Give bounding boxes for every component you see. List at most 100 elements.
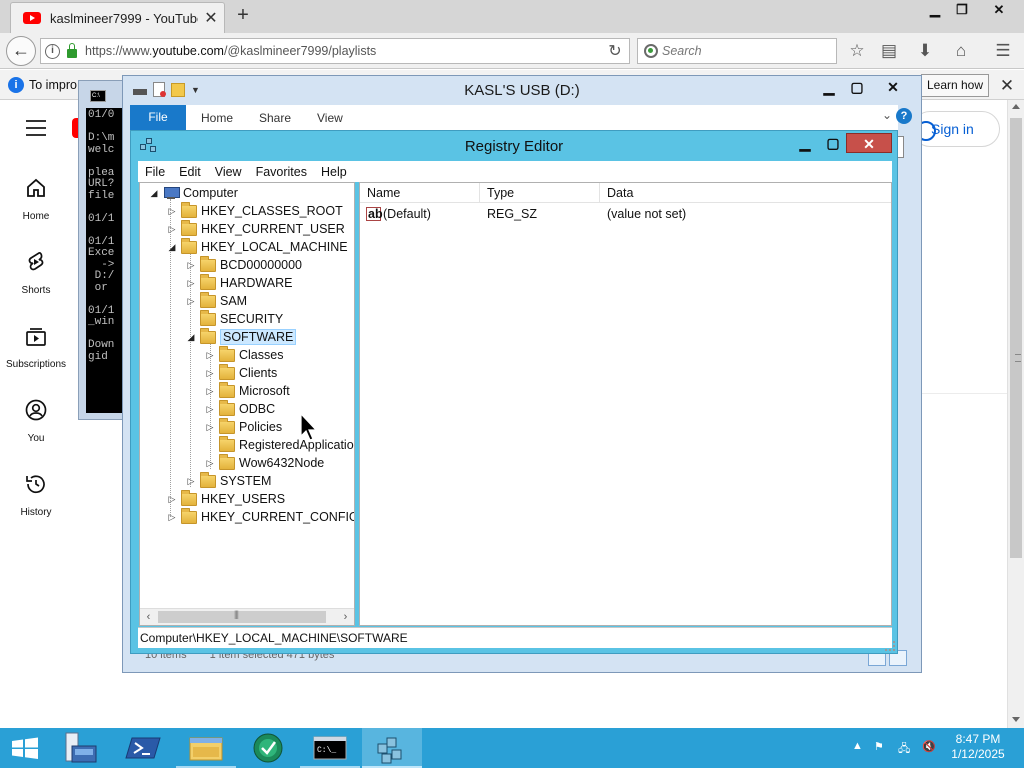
collapse-arrow-icon[interactable]: ◢ <box>166 241 178 253</box>
tree-node-hklm[interactable]: ◢ HKEY_LOCAL_MACHINE <box>166 237 348 256</box>
column-header-name[interactable]: Name <box>360 183 480 202</box>
network-icon[interactable]: 🖧 <box>898 740 910 759</box>
collapse-arrow-icon[interactable]: ◢ <box>185 331 197 343</box>
tree-horizontal-scrollbar[interactable]: ‹ › <box>140 608 354 625</box>
menu-view[interactable]: View <box>208 165 249 179</box>
taskbar-server-manager[interactable] <box>52 728 112 768</box>
tree-node-clients[interactable]: ▷ Clients <box>204 363 277 382</box>
ribbon-expand-chevron-icon[interactable]: ⌄ <box>882 108 892 122</box>
taskbar-clock[interactable]: 8:47 PM 1/12/2025 <box>945 732 1011 762</box>
yt-nav-you[interactable]: You <box>0 398 72 444</box>
action-center-flag-icon[interactable]: ⚑ <box>874 740 884 753</box>
scroll-down-arrow-icon[interactable] <box>1012 717 1020 722</box>
search-input[interactable] <box>662 44 822 58</box>
registry-values-list[interactable]: Name Type Data ab (Default) REG_SZ (valu… <box>359 182 892 626</box>
tree-node-odbc[interactable]: ▷ ODBC <box>204 399 275 418</box>
bookmark-star-icon[interactable]: ☆ <box>846 40 868 62</box>
explorer-title-bar[interactable]: ▼ KASL'S USB (D:) ▁ ▢ ✕ <box>123 76 921 104</box>
learn-how-button[interactable]: Learn how <box>921 74 989 97</box>
expand-arrow-icon[interactable]: ▷ <box>204 421 216 433</box>
ribbon-tab-home[interactable]: Home <box>201 111 233 125</box>
tree-node-hku[interactable]: ▷ HKEY_USERS <box>166 489 285 508</box>
start-button[interactable] <box>0 728 50 768</box>
expand-arrow-icon[interactable]: ▷ <box>166 205 178 217</box>
explorer-maximize-button[interactable]: ▢ <box>843 78 871 96</box>
tree-node-hkcc[interactable]: ▷ HKEY_CURRENT_CONFIG <box>166 507 354 526</box>
value-row-default[interactable]: ab (Default) REG_SZ (value not set) <box>360 205 800 223</box>
notification-close-icon[interactable]: ✕ <box>997 76 1017 96</box>
reload-icon[interactable]: ↻ <box>601 41 629 61</box>
browser-tab-youtube[interactable]: kaslmineer7999 - YouTube ✕ <box>10 2 225 33</box>
tab-close-icon[interactable]: ✕ <box>198 8 224 28</box>
expand-arrow-icon[interactable]: ▷ <box>166 511 178 523</box>
tree-node-registered-applications[interactable]: RegisteredApplications <box>204 435 354 454</box>
browser-search-box[interactable] <box>637 38 837 64</box>
ribbon-tab-view[interactable]: View <box>317 111 343 125</box>
show-hidden-icons-icon[interactable]: ▲ <box>852 740 863 752</box>
yt-nav-shorts[interactable]: Shorts <box>0 250 72 296</box>
resize-grip-icon[interactable] <box>885 641 895 651</box>
tree-node-bcd[interactable]: ▷ BCD00000000 <box>185 255 302 274</box>
browser-restore-button[interactable]: ❐ <box>945 0 979 20</box>
page-scrollbar[interactable] <box>1007 100 1024 728</box>
tree-node-hkcr[interactable]: ▷ HKEY_CLASSES_ROOT <box>166 201 343 220</box>
yt-nav-home[interactable]: Home <box>0 176 72 222</box>
tree-scrollbar-thumb[interactable] <box>158 609 326 623</box>
reading-list-icon[interactable]: ▤ <box>878 40 900 62</box>
tree-node-software[interactable]: ◢ SOFTWARE <box>185 327 297 346</box>
tree-node-microsoft[interactable]: ▷ Microsoft <box>204 381 290 400</box>
registry-editor-window[interactable]: Registry Editor ▁ ▢ ✕ File Edit View Fav… <box>130 130 898 654</box>
expand-arrow-icon[interactable]: ▷ <box>166 223 178 235</box>
youtube-menu-icon[interactable] <box>26 120 46 136</box>
menu-edit[interactable]: Edit <box>172 165 208 179</box>
hamburger-menu-icon[interactable]: ☰ <box>992 40 1014 62</box>
new-tab-plus-icon[interactable]: + <box>232 4 254 27</box>
explorer-close-button[interactable]: ✕ <box>879 78 907 96</box>
ribbon-file-tab[interactable]: File <box>130 105 186 130</box>
taskbar-file-explorer[interactable] <box>176 728 236 768</box>
menu-file[interactable]: File <box>138 165 172 179</box>
url-text[interactable]: https://www.youtube.com/@kaslmineer7999/… <box>85 44 601 58</box>
explorer-minimize-button[interactable]: ▁ <box>815 78 843 96</box>
tree-node-hkcu[interactable]: ▷ HKEY_CURRENT_USER <box>166 219 345 238</box>
taskbar-registry-editor[interactable] <box>362 728 422 768</box>
ribbon-tab-share[interactable]: Share <box>259 111 291 125</box>
home-icon[interactable]: ⌂ <box>950 40 972 62</box>
yt-nav-subscriptions[interactable]: Subscriptions <box>0 324 72 370</box>
tree-node-security[interactable]: SECURITY <box>185 309 283 328</box>
taskbar-command-prompt[interactable]: C:\_ <box>300 728 360 768</box>
taskbar-app-green[interactable] <box>238 728 298 768</box>
taskbar-powershell[interactable] <box>114 728 174 768</box>
registry-tree[interactable]: ◢ Computer ▷ HKEY_CLASSES_ROOT ▷ HKEY_CU… <box>139 182 355 626</box>
scroll-left-arrow-icon[interactable]: ‹ <box>140 609 157 625</box>
browser-close-button[interactable]: ✕ <box>982 0 1016 20</box>
regedit-maximize-button[interactable]: ▢ <box>820 133 846 153</box>
regedit-minimize-button[interactable]: ▁ <box>792 133 818 153</box>
regedit-close-button[interactable]: ✕ <box>846 133 892 153</box>
help-icon[interactable]: ? <box>896 108 912 124</box>
scroll-right-arrow-icon[interactable]: › <box>337 609 354 625</box>
menu-favorites[interactable]: Favorites <box>249 165 314 179</box>
expand-arrow-icon[interactable]: ▷ <box>185 277 197 289</box>
expand-arrow-icon[interactable]: ▷ <box>204 349 216 361</box>
collapse-arrow-icon[interactable]: ◢ <box>148 187 160 199</box>
tree-node-policies[interactable]: ▷ Policies <box>204 417 282 436</box>
expand-arrow-icon[interactable]: ▷ <box>185 475 197 487</box>
expand-arrow-icon[interactable]: ▷ <box>185 295 197 307</box>
url-bar[interactable]: i https://www.youtube.com/@kaslmineer799… <box>40 38 630 64</box>
expand-arrow-icon[interactable]: ▷ <box>185 259 197 271</box>
site-info-icon[interactable]: i <box>45 43 60 59</box>
volume-muted-icon[interactable]: 🔇 <box>922 740 936 753</box>
column-header-type[interactable]: Type <box>480 183 600 202</box>
tree-node-sam[interactable]: ▷ SAM <box>185 291 247 310</box>
back-arrow-icon[interactable]: ← <box>6 36 36 66</box>
tree-node-system[interactable]: ▷ SYSTEM <box>185 471 271 490</box>
expand-arrow-icon[interactable]: ▷ <box>204 403 216 415</box>
column-header-data[interactable]: Data <box>600 183 890 202</box>
yt-nav-history[interactable]: History <box>0 472 72 518</box>
menu-help[interactable]: Help <box>314 165 354 179</box>
tree-node-wow6432node[interactable]: ▷ Wow6432Node <box>204 453 324 472</box>
scrollbar-thumb[interactable] <box>1010 118 1022 558</box>
downloads-arrow-icon[interactable]: ⬇ <box>914 40 936 62</box>
tree-node-hardware[interactable]: ▷ HARDWARE <box>185 273 292 292</box>
